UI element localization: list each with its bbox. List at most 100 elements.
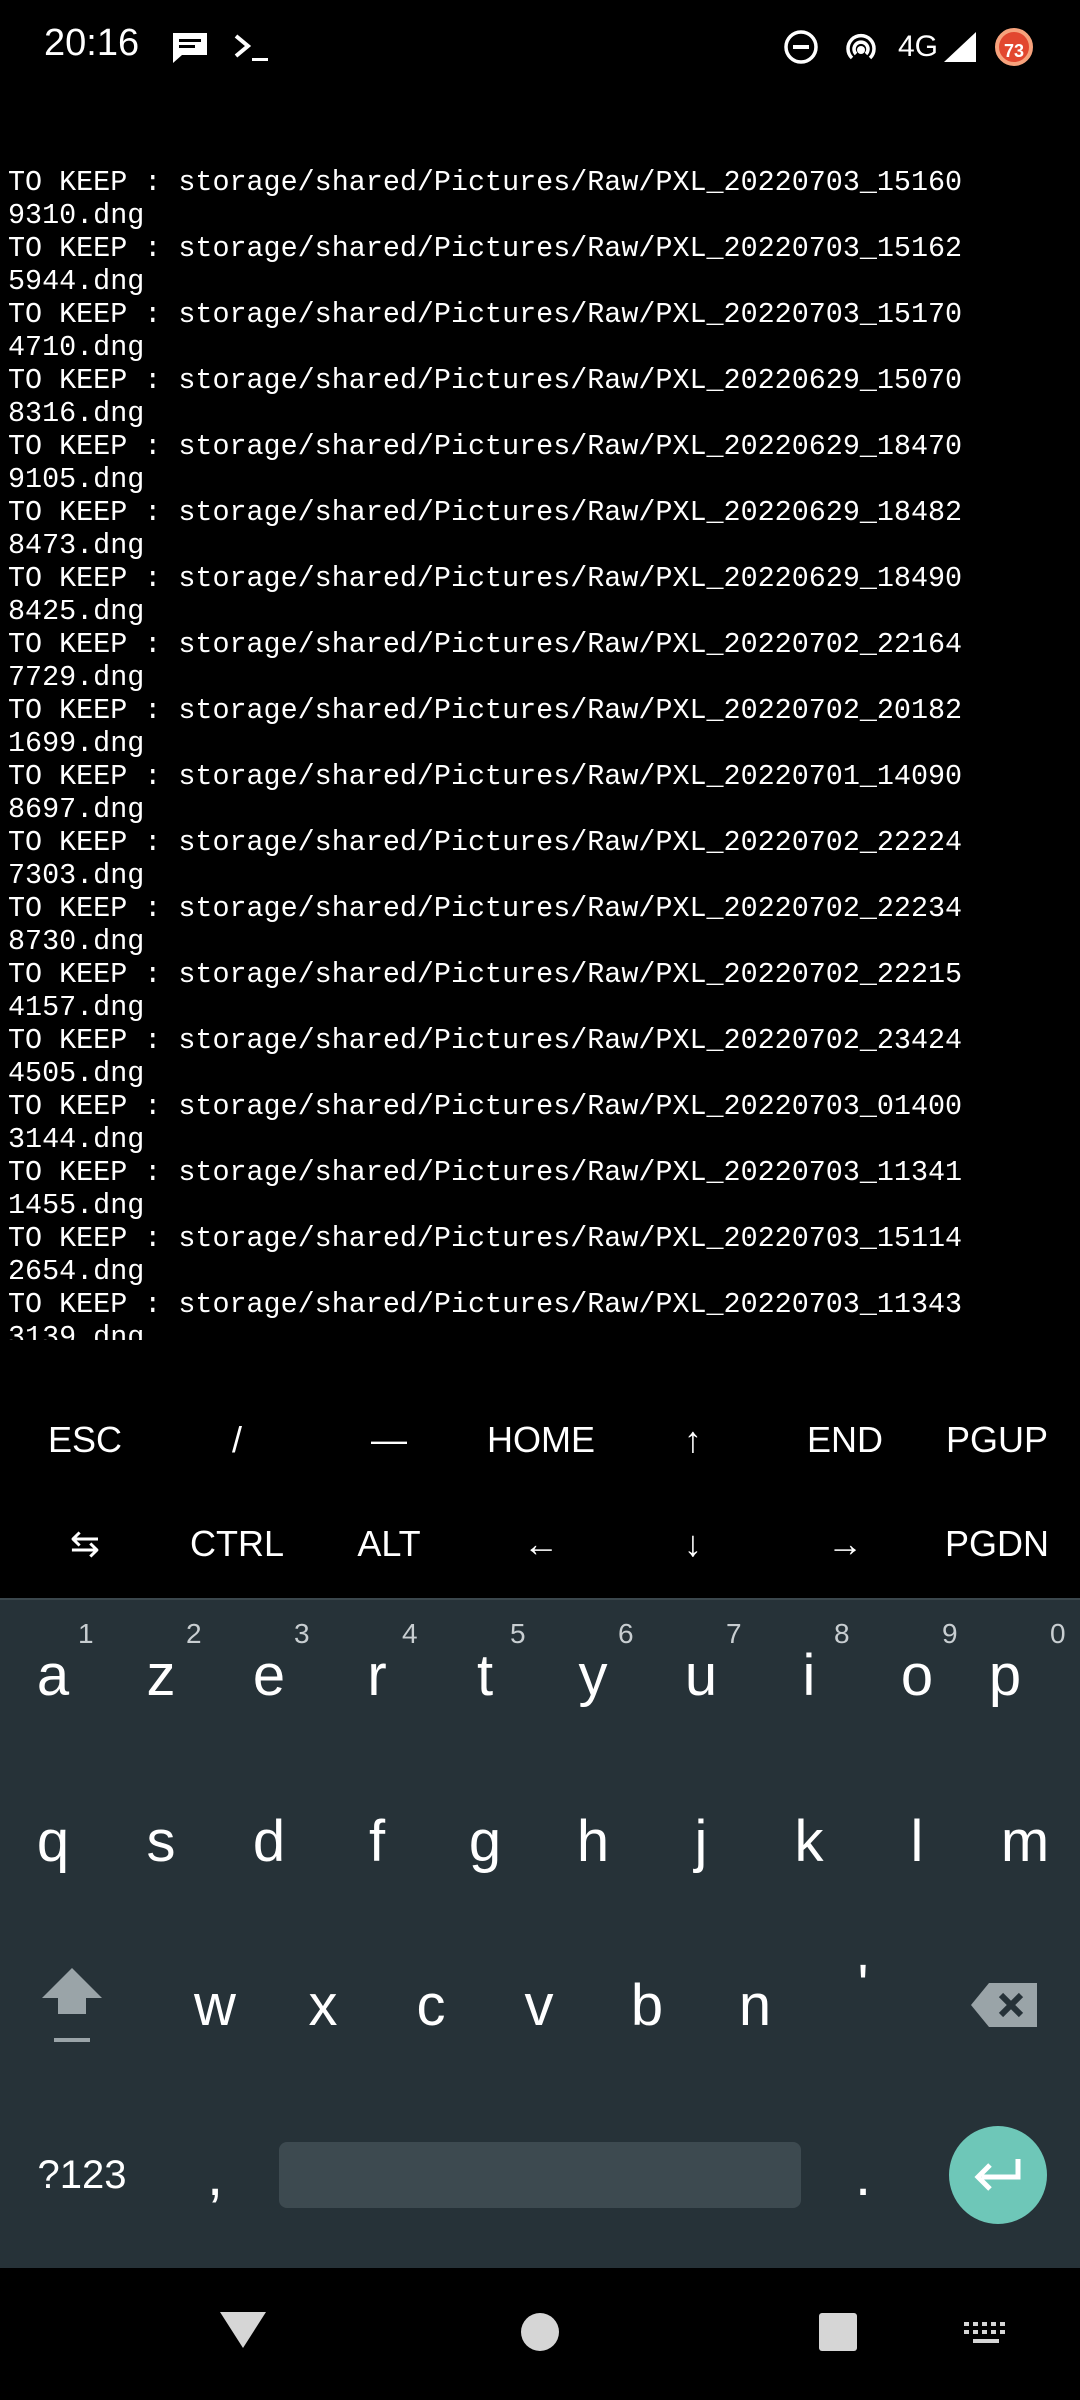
terminal-line: TO KEEP : storage/shared/Pictures/Raw/PX… [8, 958, 963, 991]
terminal-line: 5944.dng [8, 265, 145, 298]
space-key[interactable] [279, 2142, 801, 2208]
key-c[interactable]: c [381, 1930, 481, 2080]
alt-key[interactable]: ALT [313, 1494, 465, 1594]
terminal-line: TO KEEP : storage/shared/Pictures/Raw/PX… [8, 562, 963, 595]
terminal-line: TO KEEP : storage/shared/Pictures/Raw/PX… [8, 628, 963, 661]
terminal-line: 8730.dng [8, 925, 145, 958]
terminal-notification-icon [232, 30, 272, 71]
key-label: e [252, 1642, 286, 1708]
dash-key[interactable]: — [313, 1390, 465, 1490]
terminal-line: 7303.dng [8, 859, 145, 892]
enter-key[interactable] [949, 2126, 1047, 2224]
network-type-label: 4G [898, 30, 939, 63]
terminal-line: 3139.dng [8, 1321, 145, 1340]
key-label: x [308, 1972, 338, 2038]
key-label: n [738, 1972, 772, 2038]
terminal-line: TO KEEP : storage/shared/Pictures/Raw/PX… [8, 694, 963, 727]
terminal-line: TO KEEP : storage/shared/Pictures/Raw/PX… [8, 430, 963, 463]
key-label: c [416, 1972, 446, 2038]
terminal-line: 8316.dng [8, 397, 145, 430]
backspace-key[interactable] [955, 1930, 1055, 2080]
key-hint: 1 [78, 1618, 94, 1649]
key-label: . [854, 2142, 872, 2208]
terminal-line: TO KEEP : storage/shared/Pictures/Raw/PX… [8, 1156, 963, 1189]
key-label: r [367, 1642, 387, 1708]
soft-keyboard: a z e r t y u i o p 1 2 3 4 5 6 7 8 9 0 … [0, 1598, 1080, 2270]
message-notification-icon [170, 30, 210, 71]
terminal-output[interactable]: TO KEEP : storage/shared/Pictures/Raw/PX… [8, 100, 1076, 1340]
key-label: y [578, 1642, 608, 1708]
key-b[interactable]: b [597, 1930, 697, 2080]
status-time: 20:16 [44, 22, 140, 64]
key-hint: 4 [402, 1618, 418, 1649]
terminal-lines: TO KEEP : storage/shared/Pictures/Raw/PX… [8, 166, 1076, 1340]
terminal-line: TO KEEP : storage/shared/Pictures/Raw/PX… [8, 1288, 963, 1321]
key-p[interactable]: p [955, 1600, 1055, 1750]
terminal-line: TO KEEP : storage/shared/Pictures/Raw/PX… [8, 496, 963, 529]
right-arrow-key[interactable]: → [769, 1494, 921, 1594]
pgup-key[interactable]: PGUP [921, 1390, 1073, 1490]
down-arrow-key[interactable]: ↓ [617, 1494, 769, 1594]
terminal-line: TO KEEP : storage/shared/Pictures/Raw/PX… [8, 232, 963, 265]
key-f[interactable]: f [327, 1766, 427, 1916]
key-x[interactable]: x [273, 1930, 373, 2080]
key-label: b [630, 1972, 664, 2038]
key-k[interactable]: k [759, 1766, 859, 1916]
tab-key[interactable]: ⇆ [9, 1494, 161, 1594]
key-hint: 0 [1050, 1618, 1066, 1649]
key-n[interactable]: n [705, 1930, 805, 2080]
key-m[interactable]: m [975, 1766, 1075, 1916]
terminal-line: TO KEEP : storage/shared/Pictures/Raw/PX… [8, 166, 963, 199]
key-s[interactable]: s [111, 1766, 211, 1916]
key-w[interactable]: w [165, 1930, 265, 2080]
home-icon[interactable] [520, 2312, 560, 2357]
recents-icon[interactable] [818, 2312, 858, 2357]
key-q[interactable]: q [3, 1766, 103, 1916]
key-label: w [194, 1972, 236, 2038]
key-label: v [524, 1972, 554, 2038]
hotspot-icon [842, 28, 880, 71]
key-label: d [252, 1808, 286, 1874]
key-label: ' [857, 1952, 869, 2018]
back-icon[interactable] [218, 2308, 268, 2357]
terminal-line: 9310.dng [8, 199, 145, 232]
terminal-line: 9105.dng [8, 463, 145, 496]
home-key[interactable]: HOME [465, 1390, 617, 1490]
end-key[interactable]: END [769, 1390, 921, 1490]
pgdn-key[interactable]: PGDN [921, 1494, 1073, 1594]
terminal-line: TO KEEP : storage/shared/Pictures/Raw/PX… [8, 760, 963, 793]
do-not-disturb-icon [782, 28, 820, 71]
key-j[interactable]: j [651, 1766, 751, 1916]
symbols-key[interactable]: ?123 [22, 2100, 142, 2250]
key-g[interactable]: g [435, 1766, 535, 1916]
key-hint: 6 [618, 1618, 634, 1649]
key-d[interactable]: d [219, 1766, 319, 1916]
key-label: a [36, 1642, 70, 1708]
comma-key[interactable]: , [165, 2100, 265, 2250]
left-arrow-key[interactable]: ← [465, 1494, 617, 1594]
key-h[interactable]: h [543, 1766, 643, 1916]
key-label: t [476, 1642, 494, 1708]
status-bar: 20:16 4G 73 [0, 0, 1080, 96]
key-hint: 3 [294, 1618, 310, 1649]
up-arrow-key[interactable]: ↑ [617, 1390, 769, 1490]
esc-key[interactable]: ESC [9, 1390, 161, 1490]
keyboard-switch-icon[interactable] [962, 2320, 1010, 2351]
slash-key[interactable]: / [161, 1390, 313, 1490]
terminal-line: 4710.dng [8, 331, 145, 364]
key-label: p [988, 1642, 1022, 1708]
key-label: o [900, 1642, 934, 1708]
key-label: g [468, 1808, 502, 1874]
ctrl-key[interactable]: CTRL [161, 1494, 313, 1594]
shift-key[interactable] [22, 1930, 122, 2080]
key-apostrophe[interactable]: ' [813, 1910, 913, 2060]
period-key[interactable]: . [813, 2100, 913, 2250]
terminal-line: 1455.dng [8, 1189, 145, 1222]
key-label: j [694, 1808, 708, 1874]
key-label: l [910, 1808, 924, 1874]
battery-icon: 73 [995, 28, 1033, 66]
key-l[interactable]: l [867, 1766, 967, 1916]
key-label: q [36, 1808, 70, 1874]
terminal-line: TO KEEP : storage/shared/Pictures/Raw/PX… [8, 298, 963, 331]
key-v[interactable]: v [489, 1930, 589, 2080]
